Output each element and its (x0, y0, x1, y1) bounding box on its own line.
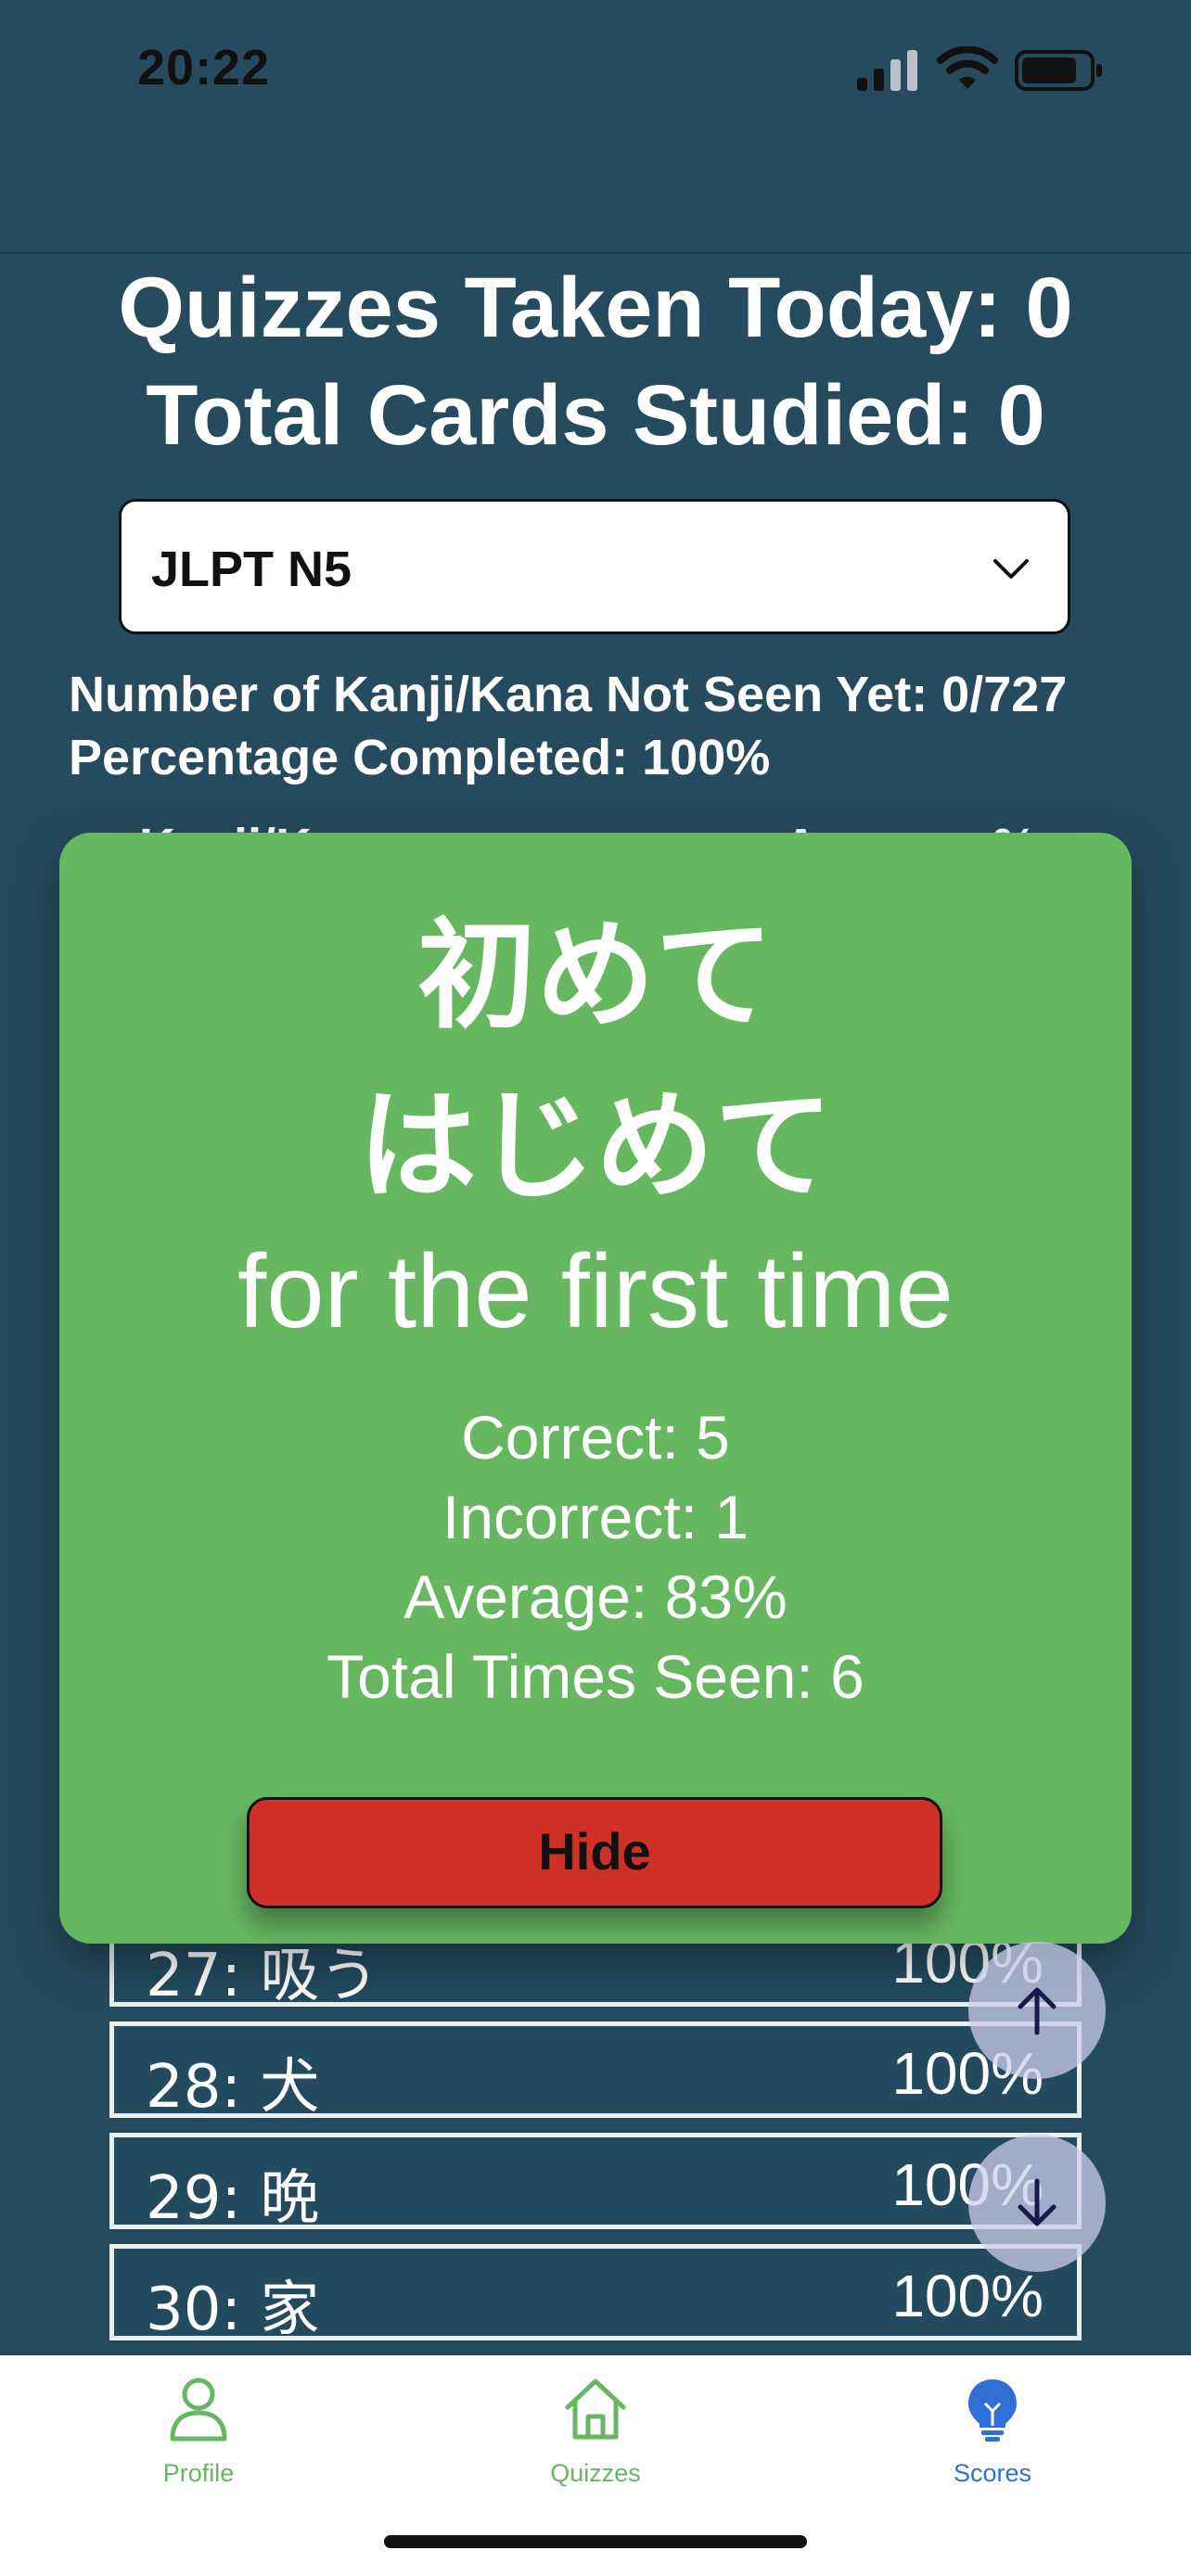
chevron-down-icon (993, 559, 1029, 579)
tab-scores[interactable]: Scores (794, 2355, 1191, 2513)
percentage-completed: Percentage Completed: 100% (69, 730, 771, 785)
table-row[interactable]: 29: 晩 100% (109, 2133, 1082, 2233)
status-time: 20:22 (137, 40, 271, 96)
hide-button[interactable]: Hide (247, 1797, 942, 1908)
row-label: 30: 家 (146, 2276, 320, 2344)
arrow-down-icon (1018, 2178, 1057, 2226)
home-indicator[interactable] (384, 2535, 807, 2548)
arrow-up-icon (1018, 1987, 1057, 2035)
header-divider (0, 252, 1191, 254)
tab-profile-label: Profile (162, 2459, 235, 2487)
total-cards-studied: Total Cards Studied: 0 (146, 368, 1045, 463)
level-select-value: JLPT N5 (151, 542, 352, 597)
level-select[interactable]: JLPT N5 (119, 499, 1070, 634)
modal-correct: Correct: 5 (461, 1403, 730, 1472)
tab-scores-label: Scores (953, 2459, 1032, 2487)
row-label: 28: 犬 (146, 2053, 320, 2122)
lightbulb-icon (968, 2379, 1017, 2442)
modal-total-seen: Total Times Seen: 6 (327, 1642, 864, 1711)
status-bar: 20:22 (0, 0, 1191, 139)
person-icon (170, 2378, 227, 2442)
scroll-down-button[interactable] (968, 2135, 1106, 2272)
modal-incorrect: Incorrect: 1 (442, 1483, 749, 1551)
not-seen-count: Number of Kanji/Kana Not Seen Yet: 0/727 (69, 667, 1068, 722)
battery-icon (1015, 50, 1102, 91)
kanji-detail-modal: 初めて はじめて for the first time Correct: 5 I… (59, 833, 1132, 1944)
wifi-icon (937, 46, 998, 89)
home-icon (565, 2378, 626, 2440)
modal-average: Average: 83% (403, 1562, 788, 1631)
quizzes-taken-today: Quizzes Taken Today: 0 (118, 261, 1073, 355)
row-average: 100% (891, 2263, 1044, 2329)
modal-kanji: 初めて (416, 907, 774, 1045)
score-table[interactable]: 27: 吸う 100% 28: 犬 100% 29: 晩 100% 30: 家 … (109, 1910, 1082, 2357)
tab-quizzes-label: Quizzes (550, 2459, 641, 2487)
modal-meaning: for the first time (237, 1233, 954, 1349)
table-row[interactable]: 30: 家 100% (109, 2244, 1082, 2344)
scroll-up-button[interactable] (968, 1942, 1106, 2079)
modal-kana: はじめて (357, 1078, 833, 1216)
cellular-signal-icon (857, 50, 917, 91)
table-row[interactable]: 28: 犬 100% (109, 2021, 1082, 2122)
tab-profile[interactable]: Profile (0, 2355, 397, 2513)
row-label: 29: 晩 (146, 2164, 320, 2233)
tab-quizzes[interactable]: Quizzes (397, 2355, 794, 2513)
